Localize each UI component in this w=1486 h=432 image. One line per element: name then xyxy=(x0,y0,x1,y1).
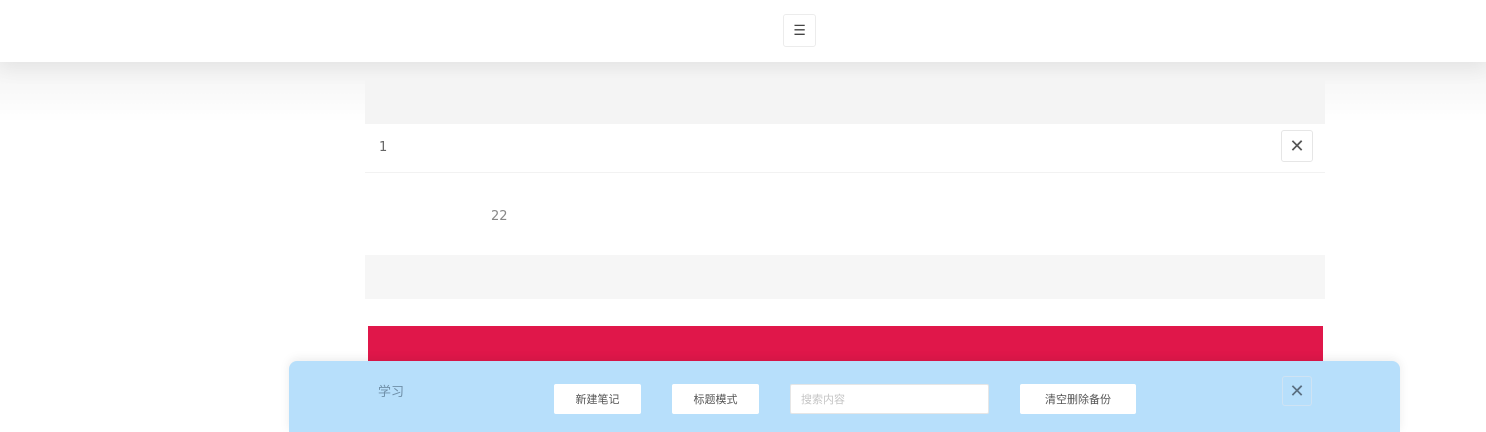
title-mode-button[interactable]: 标题模式 xyxy=(672,384,759,414)
note-card-footer xyxy=(365,255,1325,299)
note-delete-button[interactable]: ✕ xyxy=(1281,130,1313,162)
note-body[interactable]: 22 xyxy=(365,173,1325,255)
category-label[interactable]: 学习 xyxy=(378,381,404,400)
top-bar: ☰ xyxy=(0,0,1486,62)
new-note-button[interactable]: 新建笔记 xyxy=(554,384,641,414)
toolbar-close-button[interactable]: ✕ xyxy=(1282,376,1312,406)
list-icon: ☰ xyxy=(793,22,806,39)
note-title-row: 1 ✕ xyxy=(365,124,1325,173)
note-title[interactable]: 1 xyxy=(379,140,387,155)
bottom-toolbar: 学习 新建笔记 标题模式 清空删除备份 ✕ xyxy=(289,361,1400,432)
accent-bar xyxy=(368,326,1323,366)
note-content: 22 xyxy=(491,209,508,224)
clear-backup-button[interactable]: 清空删除备份 xyxy=(1020,384,1136,414)
menu-button[interactable]: ☰ xyxy=(783,14,816,47)
note-card: 1 ✕ 22 xyxy=(365,80,1325,299)
note-card-header xyxy=(365,80,1325,124)
search-input[interactable] xyxy=(790,384,989,414)
close-icon: ✕ xyxy=(1289,380,1305,402)
close-icon: ✕ xyxy=(1289,135,1305,157)
